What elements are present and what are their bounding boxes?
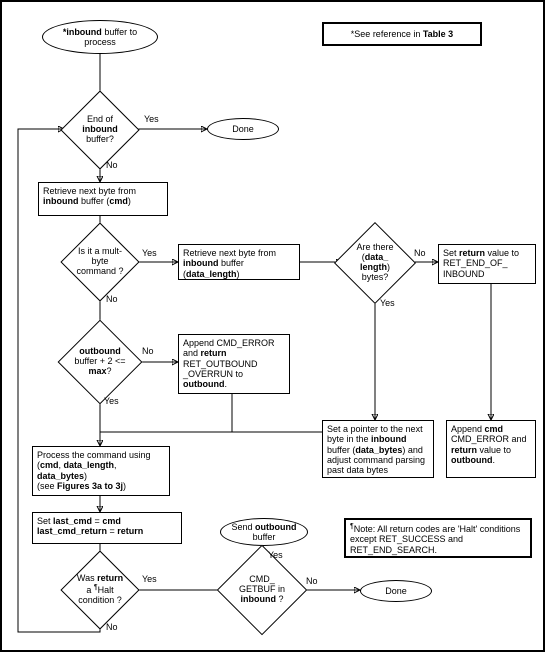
label-no: No [106, 622, 118, 632]
set-ret-text: Set return value to RET_END_OF_ INBOUND [443, 248, 519, 279]
footnote-text: ¶Note: All return codes are 'Halt' condi… [350, 524, 520, 555]
retrieve-cmd-text: Retrieve next byte from inbound buffer (… [43, 186, 136, 206]
set-return-end: Set return value to RET_END_OF_ INBOUND [438, 244, 536, 284]
label-yes: Yes [142, 248, 157, 258]
label-no: No [414, 248, 426, 258]
reference-note: *See reference in Table 3 [322, 22, 482, 46]
d1-text: End of inbound buffer? [76, 115, 124, 145]
start-text: *inbound buffer to process [49, 27, 151, 48]
done-text: Done [232, 124, 254, 134]
set-ptr-text: Set a pointer to the next byte in the in… [327, 424, 425, 475]
append-cmd-error: Append cmd CMD_ERROR and return value to… [446, 420, 536, 478]
label-yes: Yes [268, 550, 283, 560]
start-node: *inbound buffer to process [42, 20, 158, 54]
decision-end-inbound: End of inbound buffer? [72, 102, 128, 158]
append-cmd-err-text: Append cmd CMD_ERROR and return value to… [451, 424, 527, 465]
send-out-text: Send outbound buffer [227, 522, 301, 543]
label-yes: Yes [144, 114, 159, 124]
footnote: ¶Note: All return codes are 'Halt' condi… [344, 518, 532, 558]
append-err-text: Append CMD_ERROR and return RET_OUTBOUND… [183, 338, 275, 389]
done-2: Done [360, 580, 432, 602]
send-outbound: Send outbound buffer [220, 518, 308, 546]
done2-text: Done [385, 586, 407, 596]
label-yes: Yes [104, 396, 119, 406]
process-command: Process the command using (cmd, data_len… [32, 446, 170, 496]
append-error: Append CMD_ERROR and return RET_OUTBOUND… [178, 334, 290, 394]
decision-bytes-avail: Are there (data_ length) bytes? [346, 234, 404, 292]
label-no: No [142, 346, 154, 356]
process-cmd-text: Process the command using (cmd, data_len… [37, 450, 151, 491]
label-yes: Yes [142, 574, 157, 584]
label-no: No [106, 160, 118, 170]
decision-getbuf: CMD_ GETBUF in inbound ? [230, 558, 294, 622]
label-no: No [106, 294, 118, 304]
d4-text: outbound buffer + 2 <= max? [74, 347, 126, 377]
label-yes: Yes [380, 298, 395, 308]
done-1: Done [207, 118, 279, 140]
retrieve-cmd: Retrieve next byte from inbound buffer (… [38, 182, 168, 216]
ref-note-text: *See reference in [351, 29, 423, 39]
decision-multibyte: Is it a mult-byte command ? [72, 234, 128, 290]
set-last-text: Set last_cmd = cmdlast_cmd_return = retu… [37, 516, 143, 536]
retrieve-len-text: Retrieve next byte from inbound buffer (… [183, 248, 276, 279]
decision-halt: Was return a ¶Halt condition ? [72, 562, 128, 618]
set-last: Set last_cmd = cmdlast_cmd_return = retu… [32, 512, 182, 544]
label-no: No [306, 576, 318, 586]
retrieve-len: Retrieve next byte from inbound buffer (… [178, 244, 300, 280]
d-halt-text: Was return a ¶Halt condition ? [76, 574, 124, 606]
set-pointer: Set a pointer to the next byte in the in… [322, 420, 434, 478]
ref-note-bold: Table 3 [423, 29, 453, 39]
d2-text: Is it a mult-byte command ? [76, 247, 124, 277]
flowchart: *See reference in Table 3 *inbound buffe… [0, 0, 545, 652]
d-getbuf-text: CMD_ GETBUF in inbound ? [234, 575, 290, 605]
decision-outbound-room: outbound buffer + 2 <= max? [70, 332, 130, 392]
d3-text: Are there (data_ length) bytes? [350, 243, 400, 283]
